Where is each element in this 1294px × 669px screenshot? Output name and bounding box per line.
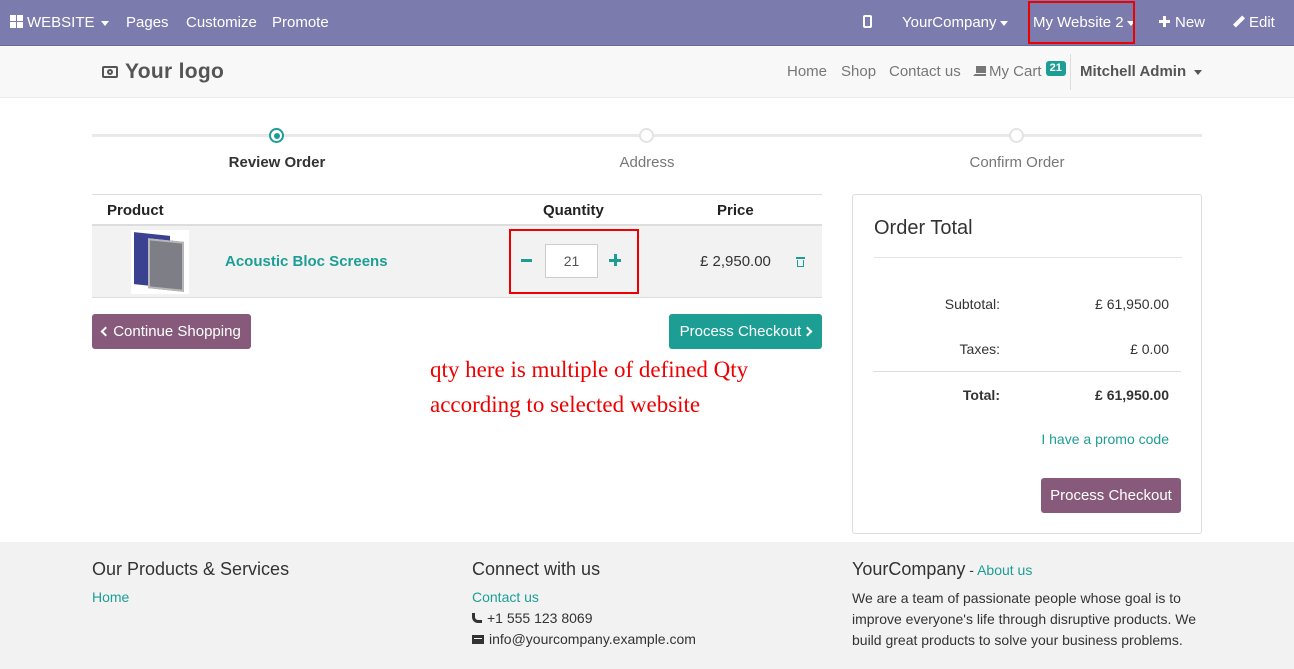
footer-title-connect: Connect with us [472,559,601,579]
plus-icon[interactable] [608,253,622,267]
website-menu[interactable]: WEBSITE [10,0,109,46]
footer-phone-number: +1 555 123 8069 [487,610,593,626]
footer-col-company: YourCompany - About us We are a team of … [852,558,1212,651]
panel-divider [873,371,1181,372]
chevron-right-icon [802,326,813,337]
new-button-label: New [1175,14,1206,31]
pages-menu[interactable]: Pages [126,0,169,46]
site-header: Your logo Home Shop Contact us My Cart 2… [0,46,1294,98]
cart-count-badge: 21 [1045,61,1066,76]
footer-title-company: YourCompany - About us [852,558,1212,581]
line-price: £ 2,950.00 [700,253,771,270]
annotation-note: qty here is multiple of defined Qty acco… [430,357,749,417]
panel-divider [874,257,1182,258]
product-name-link[interactable]: Acoustic Bloc Screens [225,253,388,270]
mobile-icon [863,15,872,28]
camera-icon [102,66,118,78]
step-label-confirm: Confirm Order [969,154,1065,171]
apps-grid-icon [10,15,23,28]
nav-shop[interactable]: Shop [841,46,876,98]
footer-title-products: Our Products & Services [92,559,290,579]
footer-col-connect: Connect with us Contact us +1 555 123 80… [472,558,696,650]
footer-col-products: Our Products & Services Home [92,558,289,608]
caret-down-icon [100,20,109,26]
subtotal-label: Subtotal: [944,296,1000,312]
continue-shopping-button[interactable]: Continue Shopping [92,314,251,349]
col-quantity: Quantity [543,202,604,219]
taxes-value: £ 0.00 [1130,341,1169,357]
company-switcher[interactable]: YourCompany [902,0,1008,46]
customize-menu[interactable]: Customize [186,0,257,46]
mobile-preview-button[interactable] [863,0,872,46]
chevron-left-icon [100,326,111,337]
nav-divider [1070,54,1071,90]
order-total-title: Order Total [874,217,973,239]
nav-cart-label: My Cart [989,63,1042,80]
highlight-box-website-switcher [1028,1,1135,44]
website-menu-label: WEBSITE [27,14,95,31]
footer-company-text: We are a team of passionate people whose… [852,590,1197,648]
product-image[interactable] [131,230,189,294]
total-label: Total: [962,387,1000,403]
footer-title-separator: - [965,562,978,578]
new-button[interactable]: New [1159,0,1205,46]
footer-link-contact[interactable]: Contact us [472,587,696,608]
nav-home[interactable]: Home [787,46,827,98]
step-dot-confirm [1009,128,1024,143]
footer-email: info@yourcompany.example.com [472,629,696,650]
process-checkout-button[interactable]: Process Checkout [669,314,822,349]
site-logo[interactable]: Your logo [102,60,224,84]
caret-down-icon [1194,69,1203,75]
edit-button-label: Edit [1249,14,1275,31]
edit-button[interactable]: Edit [1232,0,1275,46]
promo-code-link[interactable]: I have a promo code [1041,431,1169,447]
taxes-label: Taxes: [959,341,1000,357]
promote-menu[interactable]: Promote [272,0,329,46]
footer-company-name: YourCompany [852,559,966,579]
quantity-input[interactable] [545,244,598,278]
nav-contact[interactable]: Contact us [889,46,961,98]
step-label-review: Review Order [228,154,326,171]
logo-text: Your logo [125,60,225,83]
nav-cart[interactable]: My Cart 21 [973,46,1066,98]
minus-icon[interactable] [520,250,534,270]
col-product: Product [107,202,164,219]
envelope-icon [472,635,484,644]
user-menu-label: Mitchell Admin [1080,63,1187,80]
subtotal-value: £ 61,950.00 [1095,296,1169,312]
footer: Our Products & Services Home Connect wit… [0,542,1294,669]
step-label-address: Address [619,154,675,171]
cart-icon [973,66,986,76]
user-menu[interactable]: Mitchell Admin [1080,46,1203,98]
step-dot-review [269,128,284,143]
company-switcher-label: YourCompany [902,14,997,31]
pencil-icon [1232,15,1246,28]
continue-shopping-label: Continue Shopping [113,323,241,340]
trash-icon[interactable] [796,257,805,268]
cart-table-header: Product Quantity Price [92,194,822,226]
caret-down-icon [999,20,1008,26]
process-checkout-label: Process Checkout [679,323,802,340]
footer-link-home[interactable]: Home [92,587,289,608]
total-value: £ 61,950.00 [1095,387,1169,403]
footer-link-about[interactable]: About us [977,562,1032,578]
step-dot-address [639,128,654,143]
col-price: Price [717,202,754,219]
plus-icon [1159,16,1170,27]
phone-icon [472,613,482,623]
process-checkout-button-secondary[interactable]: Process Checkout [1041,478,1181,513]
footer-email-address: info@yourcompany.example.com [489,631,696,647]
footer-phone: +1 555 123 8069 [472,608,696,629]
